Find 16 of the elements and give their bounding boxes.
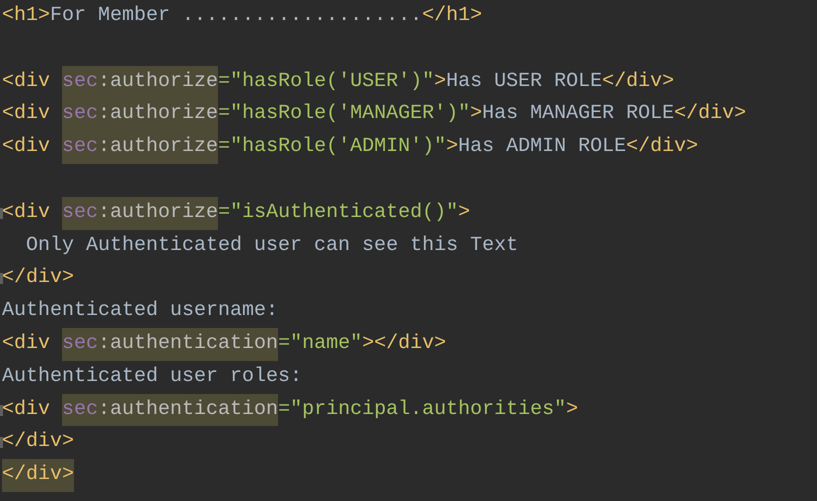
code-line: <div sec:authorize="hasRole('ADMIN')">Has ADMIN ROLE</div> [2, 131, 698, 164]
code-line: </div> [2, 429, 74, 456]
code-line: Only Authenticated user can see this Text [25, 232, 518, 259]
code-line: Authenticated username: [2, 298, 278, 324]
code-line: <div sec:authorize="isAuthenticated()"> [2, 196, 470, 230]
code-line: <div sec:authentication="name"></div> [2, 328, 446, 361]
code-line: <h1>For Member ....................</h1> [2, 3, 482, 29]
code-line: <div sec:authorize="hasRole('MANAGER')">Has MANAGER ROLE</div> [2, 98, 746, 132]
code-line: Authenticated user roles: [2, 364, 302, 390]
code-line: <div sec:authentication="principal.authorities"> [2, 394, 578, 426]
fold-marker[interactable] [0, 208, 3, 219]
fold-marker[interactable] [0, 404, 3, 416]
fold-marker[interactable] [0, 273, 3, 284]
code-line: <div sec:authorize="hasRole('USER')">Has USER ROLE</div> [2, 66, 674, 98]
code-line: </div> [2, 265, 74, 292]
fold-marker[interactable] [0, 437, 3, 448]
